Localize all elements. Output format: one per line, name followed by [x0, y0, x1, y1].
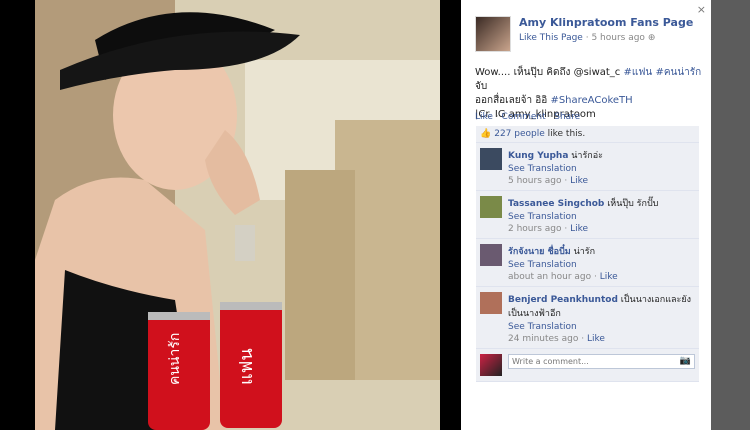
comment: Benjerd Peankhuntod เป็นนางเอกและยังเป็น… [476, 287, 699, 349]
page-avatar[interactable] [475, 16, 511, 52]
see-translation-link[interactable]: See Translation [508, 212, 658, 222]
hashtag-link[interactable]: #แฟน [624, 67, 653, 78]
comment-timestamp[interactable]: about an hour ago [508, 272, 591, 282]
comment-like-link[interactable]: Like [570, 176, 588, 186]
post-timestamp[interactable]: 5 hours ago [591, 33, 645, 43]
avatar[interactable] [480, 148, 502, 170]
commenter-name[interactable]: Benjerd Peankhuntod [508, 295, 618, 305]
avatar[interactable] [480, 292, 502, 314]
thumbs-up-icon: 👍 [480, 129, 492, 139]
caption-line: Wow.... เห็นปุ๊บ คิดถึง @siwat_c #แฟน #ค… [475, 67, 702, 92]
avatar[interactable] [480, 196, 502, 218]
comment-timestamp[interactable]: 2 hours ago [508, 224, 562, 234]
post-header: Amy Klinpratoom Fans Page Like This Page… [475, 16, 693, 52]
comments-panel: 👍 227 people like this. Kung Yupha น่ารัก… [476, 126, 699, 382]
comment-timestamp[interactable]: 5 hours ago [508, 176, 562, 186]
comment-placeholder: Write a comment... [512, 357, 589, 366]
globe-icon: ⊕ [647, 33, 656, 43]
like-this-page-link[interactable]: Like This Page [519, 33, 583, 43]
commenter-name[interactable]: รักจังนาย ชื่อบี๋ม [508, 247, 571, 257]
photo-viewer: คนน่ารัก แฟน × Amy Klinpratoom Fans Page… [0, 0, 750, 430]
comment-text: เห็นปุ๊บ รักปั๊บ [604, 199, 659, 209]
commenter-name[interactable]: Kung Yupha [508, 151, 568, 161]
comment-like-link[interactable]: Like [600, 272, 618, 282]
comment-timestamp[interactable]: 24 minutes ago [508, 334, 578, 344]
comment-input[interactable]: Write a comment... 📷 [508, 354, 695, 369]
photo-pane: คนน่ารัก แฟน [0, 0, 461, 430]
right-backdrop [711, 0, 750, 430]
likes-count-link[interactable]: 227 people [494, 129, 545, 139]
see-translation-link[interactable]: See Translation [508, 164, 603, 174]
write-comment-row: Write a comment... 📷 [476, 349, 699, 382]
comment-text: น่ารักอ่ะ [568, 151, 603, 161]
hashtag-link[interactable]: #ShareACokeTH [550, 95, 632, 106]
avatar[interactable] [480, 244, 502, 266]
post-meta: Like This Page · 5 hours ago ⊕ [519, 33, 656, 43]
like-link[interactable]: Like [475, 112, 493, 122]
comment-link[interactable]: Comment [502, 112, 546, 122]
post-actions: Like · Comment · Share [475, 112, 581, 122]
comment: รักจังนาย ชื่อบี๋ม น่ารัก See Translatio… [476, 239, 699, 287]
comment: Tassanee Singchob เห็นปุ๊บ รักปั๊บ See T… [476, 191, 699, 239]
comment: Kung Yupha น่ารักอ่ะ See Translation 5 h… [476, 143, 699, 191]
close-icon[interactable]: × [697, 3, 706, 16]
see-translation-link[interactable]: See Translation [508, 260, 618, 270]
hashtag-link[interactable]: #คนน่ารัก [655, 67, 701, 78]
can-right-label: แฟน [236, 348, 257, 385]
photo: คนน่ารัก แฟน [35, 0, 440, 430]
share-link[interactable]: Share [554, 112, 580, 122]
page-name-link[interactable]: Amy Klinpratoom Fans Page [519, 16, 693, 29]
likes-summary: 👍 227 people like this. [476, 126, 699, 143]
comment-like-link[interactable]: Like [570, 224, 588, 234]
avatar [480, 354, 502, 376]
camera-icon[interactable]: 📷 [680, 355, 691, 368]
see-translation-link[interactable]: See Translation [508, 322, 695, 332]
comment-like-link[interactable]: Like [587, 334, 605, 344]
commenter-name[interactable]: Tassanee Singchob [508, 199, 604, 209]
comment-text: น่ารัก [570, 247, 596, 257]
caption-line: ออกสื่อเลยจ้า อิอิ #ShareACokeTH [475, 95, 633, 106]
photo-illustration: คนน่ารัก แฟน [35, 0, 440, 430]
can-left-label: คนน่ารัก [167, 333, 183, 385]
